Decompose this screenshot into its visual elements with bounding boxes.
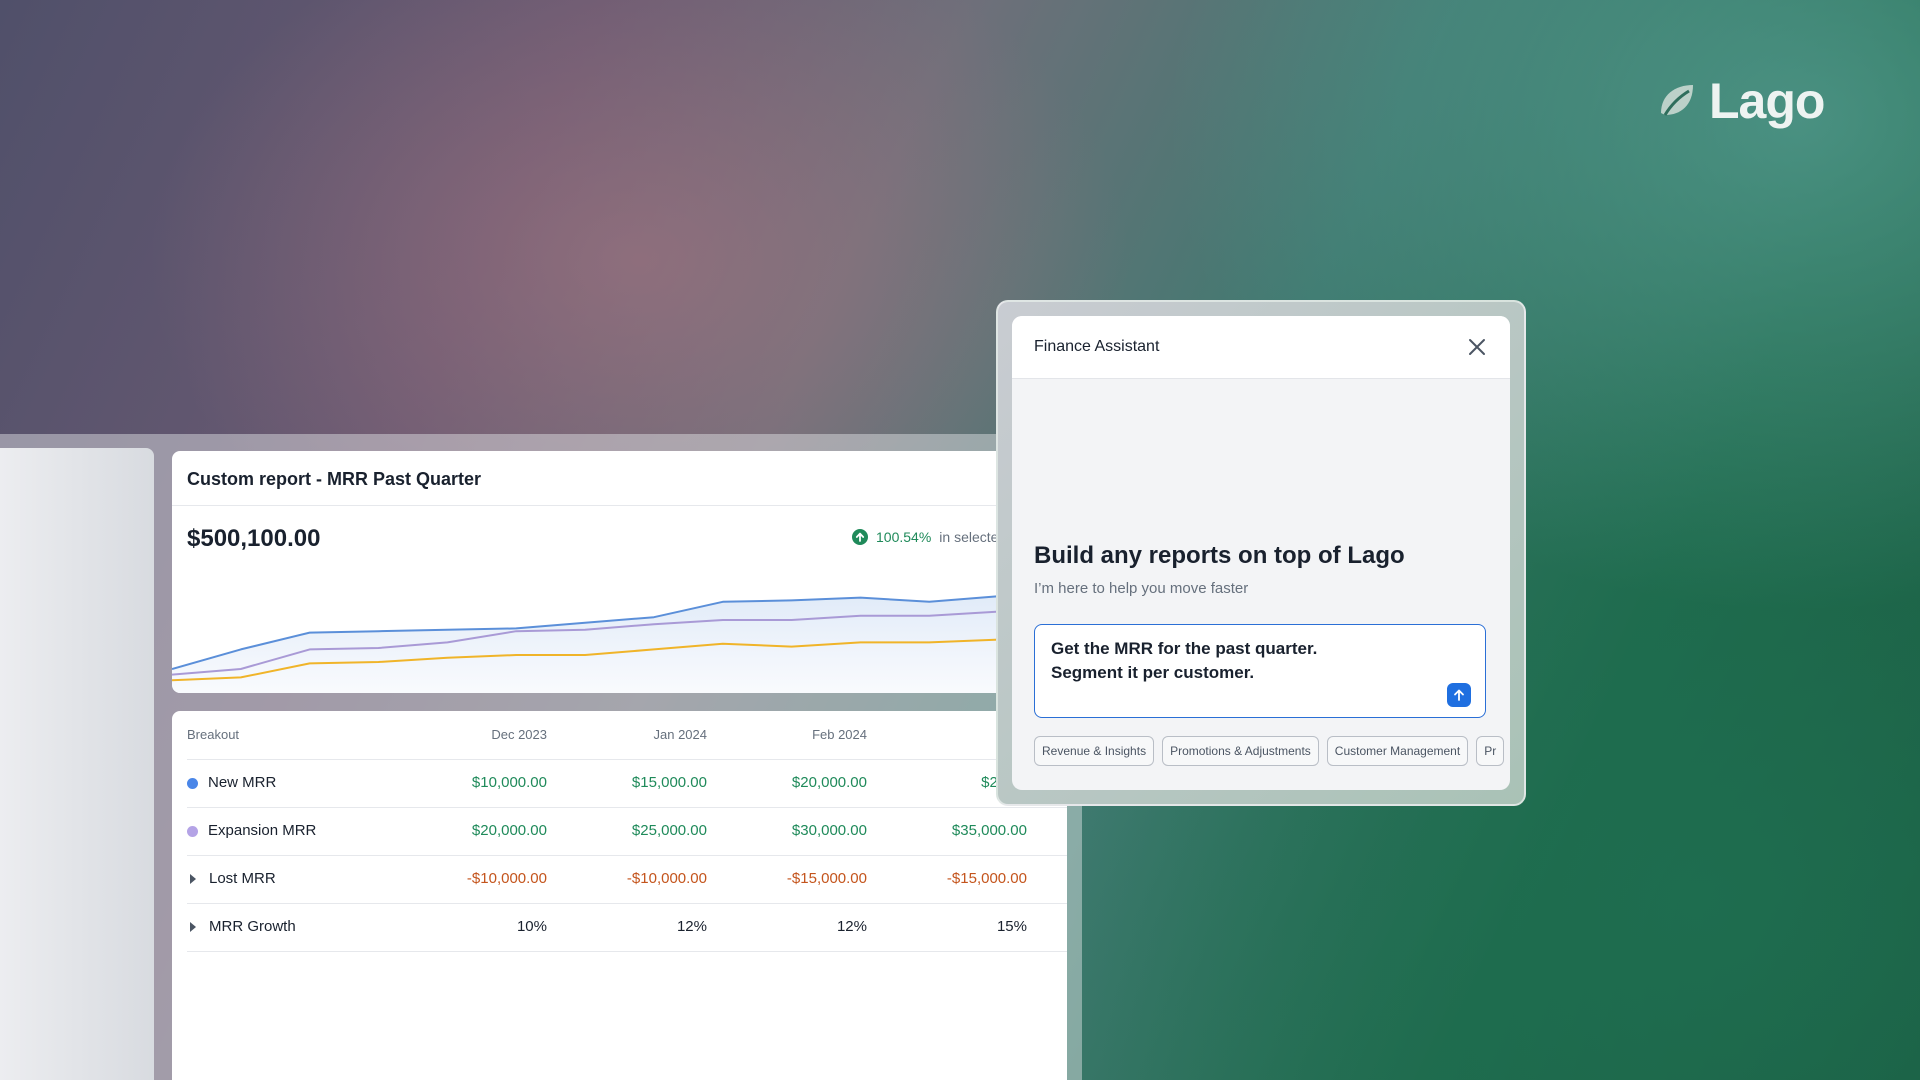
row-label: Lost MRR [187, 855, 276, 903]
table-cell: 12% [676, 918, 707, 935]
growth-indicator: 100.54% in selecte [852, 529, 998, 545]
table-row[interactable]: Expansion MRR $20,000.00 $25,000.00 $30,… [187, 807, 1067, 856]
report-total-amount: $500,100.00 [187, 525, 321, 552]
suggestion-chip[interactable]: Pr [1476, 736, 1505, 766]
column-header: Feb 2024 [812, 727, 867, 742]
table-cell: 10% [516, 918, 547, 935]
assistant-header: Finance Assistant [1012, 316, 1510, 379]
send-button[interactable] [1447, 683, 1471, 707]
column-header: Dec 2023 [491, 727, 547, 742]
table-row[interactable]: Lost MRR -$10,000.00 -$10,000.00 -$15,00… [187, 855, 1067, 904]
leaf-logo-icon [1661, 85, 1693, 116]
table-cell: $20,000.00 [791, 774, 867, 791]
column-header: Breakout [187, 727, 240, 742]
prompt-text-line: Segment it per customer. [1051, 663, 1255, 682]
table-row[interactable]: New MRR $10,000.00 $15,000.00 $20,000.00… [187, 759, 1067, 808]
table-cell: 12% [836, 918, 867, 935]
series-dot [187, 777, 198, 789]
series-dot [187, 825, 198, 837]
expand-caret-icon[interactable] [190, 922, 196, 932]
table-cell: -$15,000.00 [946, 870, 1027, 887]
table-cell: -$10,000.00 [626, 870, 707, 887]
assistant-title: Finance Assistant [1034, 338, 1160, 355]
table-cell: $20,000.00 [471, 822, 547, 839]
table-cell: $25,000.00 [631, 822, 707, 839]
suggestion-chip[interactable]: Revenue & Insights [1034, 736, 1155, 766]
table-cell: 15% [996, 918, 1027, 935]
arrow-up-icon [1454, 689, 1464, 701]
table-cell: -$10,000.00 [466, 870, 547, 887]
row-label: Expansion MRR [187, 807, 316, 855]
prompt-text-line: Get the MRR for the past quarter. [1051, 639, 1318, 658]
growth-caption: in selecte [939, 529, 999, 545]
report-summary-card: Custom report - MRR Past Quarter $500,10… [172, 451, 1067, 693]
table-cell: $35,000.00 [951, 822, 1027, 839]
table-cell: $10,000.00 [471, 774, 547, 791]
row-label-text: Expansion MRR [208, 822, 317, 839]
suggestion-chip[interactable]: Customer Management [1326, 736, 1469, 766]
table-row[interactable]: MRR Growth 10% 12% 12% 15% [187, 903, 1067, 952]
table-cell: -$15,000.00 [786, 870, 867, 887]
brand-name: Lago [1709, 73, 1825, 129]
suggestion-chips: Revenue & Insights Promotions & Adjustme… [1034, 736, 1505, 766]
close-button[interactable] [1464, 334, 1490, 360]
suggestion-chip[interactable]: Promotions & Adjustments [1162, 736, 1319, 766]
column-header: Jan 2024 [653, 727, 708, 742]
arrow-up-circle-icon [852, 529, 868, 545]
prompt-input[interactable]: Get the MRR for the past quarter. Segmen… [1034, 624, 1486, 718]
row-label: MRR Growth [187, 903, 296, 951]
row-label-text: MRR Growth [209, 918, 296, 935]
mrr-line-chart [172, 589, 1067, 693]
growth-value: 100.54% [876, 529, 932, 545]
expand-caret-icon[interactable] [190, 874, 196, 884]
report-title: Custom report - MRR Past Quarter [187, 469, 482, 489]
row-label-text: New MRR [208, 774, 277, 791]
table-cell: $15,000.00 [631, 774, 707, 791]
table-header-row: Breakout Dec 2023 Jan 2024 Feb 2024 Mar … [187, 711, 1067, 760]
close-icon [1469, 339, 1485, 355]
divider [172, 505, 1067, 506]
assistant-heading: Build any reports on top of Lago [1034, 542, 1405, 569]
breakout-table: Breakout Dec 2023 Jan 2024 Feb 2024 Mar … [172, 711, 1067, 1080]
sidebar-panel [0, 448, 154, 1080]
table-cell: $30,000.00 [791, 822, 867, 839]
row-label-text: Lost MRR [209, 870, 276, 887]
row-label: New MRR [187, 759, 276, 807]
assistant-subheading: I’m here to help you move faster [1034, 580, 1249, 597]
finance-assistant-panel: Finance Assistant Build any reports on t… [1012, 316, 1510, 790]
brand-logo: Lago [1655, 72, 1825, 130]
